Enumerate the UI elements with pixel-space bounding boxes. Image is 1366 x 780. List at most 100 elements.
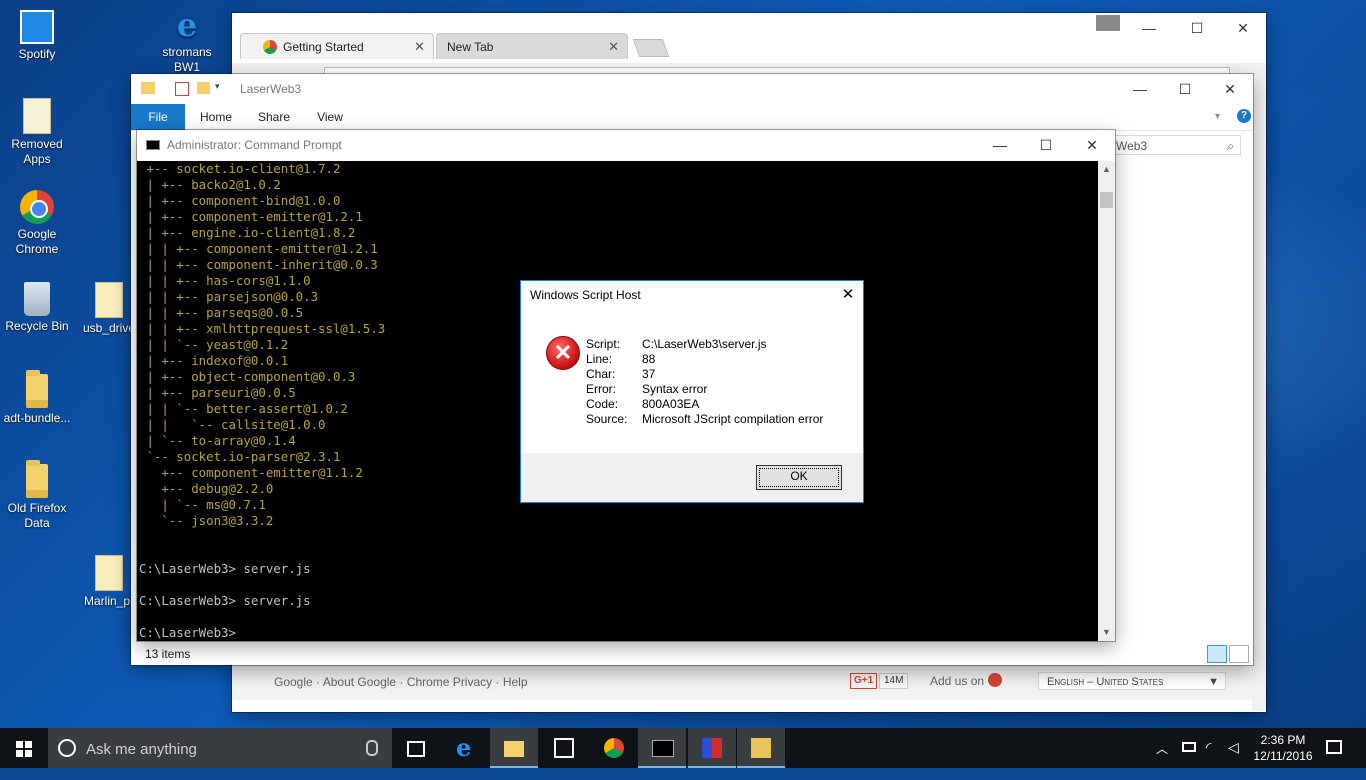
taskbar-edge[interactable]: e — [442, 728, 490, 768]
taskbar-script-host[interactable] — [688, 728, 736, 768]
desktop-icon-stromans[interactable]: e stromans BW1 — [150, 8, 224, 75]
wifi-icon[interactable]: ◜ — [1206, 739, 1211, 779]
microphone-icon[interactable] — [366, 740, 378, 756]
desktop-icon-label: usb_drive — [82, 321, 136, 335]
tab-getting-started[interactable]: Getting Started ✕ — [240, 33, 434, 59]
folder-icon — [141, 82, 155, 94]
add-us-link[interactable]: Add us on — [930, 674, 984, 688]
script-host-icon — [702, 738, 722, 758]
file-icon — [95, 282, 123, 318]
close-tab-icon[interactable]: ✕ — [414, 34, 425, 60]
profile-icon[interactable] — [1096, 15, 1120, 31]
windows-logo-icon — [16, 741, 32, 757]
task-view-button[interactable] — [392, 728, 440, 768]
tab-share[interactable]: Share — [251, 104, 297, 130]
tab-file[interactable]: File — [131, 104, 185, 130]
maximize-button[interactable]: ☐ — [1023, 130, 1069, 160]
ok-button[interactable]: OK — [756, 465, 842, 490]
error-field-key: Script: — [586, 337, 621, 351]
start-button[interactable] — [0, 728, 48, 768]
close-tab-icon[interactable]: ✕ — [608, 34, 619, 60]
footer-separator: · — [316, 675, 321, 689]
footer-link-about-google[interactable]: About Google — [323, 675, 396, 689]
search-input[interactable] — [84, 738, 358, 760]
new-tab-button[interactable] — [632, 39, 670, 57]
close-button[interactable]: ✕ — [1069, 130, 1115, 160]
new-folder-icon[interactable] — [197, 82, 210, 94]
details-view-button[interactable] — [1207, 645, 1227, 663]
gplus-count: 14M — [879, 673, 909, 689]
desktop-icon-old-firefox-data[interactable]: Old Firefox Data — [0, 460, 74, 531]
desktop-icon-label: Removed Apps — [11, 137, 63, 166]
chevron-down-icon[interactable]: ▾ — [1215, 111, 1220, 122]
google-plus-icon[interactable] — [988, 673, 1002, 687]
desktop-icon-removed-apps[interactable]: Removed Apps — [0, 98, 74, 167]
desktop-icon-label: Google Chrome — [15, 227, 59, 256]
dialog-close-button[interactable]: ✕ — [833, 281, 863, 309]
battery-icon[interactable] — [1182, 742, 1196, 752]
item-count: 13 items — [145, 647, 191, 661]
footer-separator: · — [399, 675, 404, 689]
search-input[interactable]: Web3 ⌕ — [1109, 135, 1241, 155]
scrollbar-thumb[interactable] — [1100, 192, 1113, 208]
console-scrollbar[interactable]: ▲ ▼ — [1098, 161, 1115, 641]
error-field-value: C:\LaserWeb3\server.js — [642, 337, 767, 351]
gplus-button[interactable]: G+1 — [850, 673, 878, 689]
language-select-value: English – United States — [1047, 676, 1164, 688]
search-input-value: Web3 — [1116, 139, 1148, 153]
taskbar-file-explorer[interactable] — [490, 728, 538, 768]
taskbar-chrome[interactable] — [590, 728, 638, 768]
desktop-icon-label: Old Firefox Data — [7, 501, 67, 530]
cortana-search[interactable] — [48, 728, 392, 768]
system-clock[interactable]: 2:36 PM 12/11/2016 — [1245, 732, 1321, 764]
clock-date: 12/11/2016 — [1253, 749, 1313, 763]
desktop-icon-label: Recycle Bin — [5, 319, 69, 333]
taskbar-command-prompt[interactable] — [638, 728, 686, 768]
properties-icon[interactable] — [175, 82, 189, 96]
tab-view[interactable]: View — [307, 104, 353, 130]
chrome-page-footer: Google · About Google · Chrome Privacy ·… — [232, 663, 1266, 700]
chevron-down-icon: ▼ — [1208, 676, 1219, 688]
taskbar-store[interactable] — [540, 728, 588, 768]
close-button[interactable]: ✕ — [1207, 74, 1253, 104]
language-select[interactable]: English – United States ▼ — [1038, 672, 1226, 690]
desktop-icon-google-chrome[interactable]: Google Chrome — [0, 190, 74, 257]
desktop-icon-recycle-bin[interactable]: Recycle Bin — [0, 282, 74, 334]
tab-home[interactable]: Home — [193, 104, 239, 130]
tab-label: New Tab — [447, 40, 494, 54]
minimize-button[interactable]: — — [977, 130, 1023, 160]
large-icons-view-button[interactable] — [1229, 645, 1249, 663]
maximize-button[interactable]: ☐ — [1162, 74, 1208, 104]
recycle-bin-icon — [24, 282, 50, 316]
spotify-icon — [20, 10, 54, 44]
chrome-scrollbar[interactable] — [1252, 89, 1266, 711]
dialog-title: Windows Script Host — [530, 288, 641, 302]
volume-icon[interactable]: ◁ — [1228, 739, 1239, 779]
action-center-icon[interactable] — [1326, 740, 1342, 754]
taskbar-folder[interactable] — [737, 728, 785, 768]
chevron-down-icon[interactable]: ▾ — [215, 81, 220, 92]
minimize-button[interactable]: — — [1117, 74, 1163, 104]
search-icon: ⌕ — [1227, 139, 1234, 153]
desktop-icon-adt-bundle[interactable]: adt-bundle... — [0, 370, 74, 426]
close-button[interactable]: ✕ — [1220, 13, 1266, 43]
folder-icon — [751, 738, 771, 758]
scroll-down-icon[interactable]: ▼ — [1098, 627, 1115, 637]
scroll-up-icon[interactable]: ▲ — [1098, 164, 1115, 174]
footer-separator: · — [495, 675, 500, 689]
folder-icon — [26, 370, 48, 408]
minimize-button[interactable]: — — [1126, 13, 1172, 43]
document-icon — [23, 98, 51, 134]
cortana-icon — [58, 739, 76, 757]
footer-link-chrome-privacy[interactable]: Chrome Privacy — [407, 675, 492, 689]
chrome-favicon-icon — [263, 40, 277, 54]
maximize-button[interactable]: ☐ — [1174, 13, 1220, 43]
chevron-up-icon[interactable]: ︿ — [1156, 740, 1168, 780]
desktop-icon-label: Spotify — [18, 47, 56, 61]
footer-link-help[interactable]: Help — [503, 675, 528, 689]
tab-new-tab[interactable]: New Tab ✕ — [436, 33, 628, 59]
desktop-icon-spotify[interactable]: Spotify — [0, 10, 74, 62]
footer-link-google[interactable]: Google — [274, 675, 313, 689]
help-icon[interactable]: ? — [1237, 109, 1251, 123]
error-field-value: 800A03EA — [642, 397, 700, 411]
